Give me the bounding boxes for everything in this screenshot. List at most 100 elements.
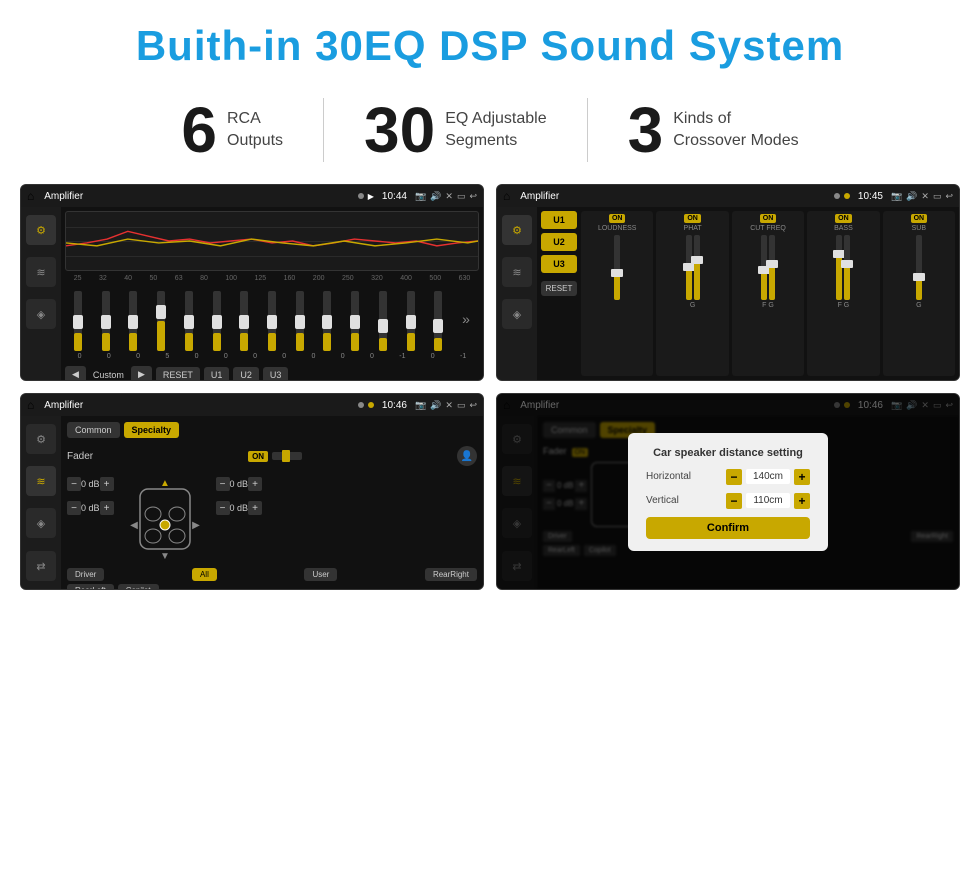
eq-slider-4[interactable] xyxy=(157,291,165,351)
ch-on-cutfreq[interactable]: ON xyxy=(760,214,777,223)
ch-label-loudness: LOUDNESS xyxy=(598,225,637,232)
ch-on-loudness[interactable]: ON xyxy=(609,214,626,223)
fader-rearright-row: − 0 dB + xyxy=(216,501,263,515)
fader-rearright-btn[interactable]: RearRight xyxy=(425,568,477,581)
eq-u3-btn[interactable]: U3 xyxy=(263,367,289,382)
eq-prev-btn[interactable]: ◀ xyxy=(65,366,86,381)
crossover-screen-title: Amplifier xyxy=(520,191,830,202)
eq-graph xyxy=(65,211,479,271)
fader-rearleft-row: − 0 dB + xyxy=(67,501,114,515)
home-icon-crossover[interactable]: ⌂ xyxy=(503,189,510,203)
ch-slider-phat-1[interactable] xyxy=(686,235,692,300)
u1-btn[interactable]: U1 xyxy=(541,211,577,229)
eq-side-btn-1[interactable]: ⚙ xyxy=(26,215,56,245)
eq-slider-7[interactable] xyxy=(240,291,248,351)
dialog-horizontal-plus[interactable]: + xyxy=(794,469,810,485)
ch-label-phat: PHAT xyxy=(684,225,702,232)
fader-driver-btn[interactable]: Driver xyxy=(67,568,104,581)
eq-slider-2[interactable] xyxy=(102,291,110,351)
fader-rearright-plus[interactable]: + xyxy=(248,501,262,515)
stat-crossover: 3 Kinds ofCrossover Modes xyxy=(588,98,839,162)
fd-side-btn-1[interactable]: ⚙ xyxy=(26,424,56,454)
stat-number-eq: 30 xyxy=(364,98,435,162)
screenshot-crossover: ⌂ Amplifier 10:45 📷 🔊 ✕ ▭ ↩ ⚙ ≋ ◈ xyxy=(496,184,960,381)
eq-slider-10[interactable] xyxy=(323,291,331,351)
fader-copilot-btn[interactable]: Copilot xyxy=(118,584,159,590)
fader-slider-h[interactable] xyxy=(272,452,302,460)
ch-slider-cutfreq-2[interactable] xyxy=(769,235,775,300)
vol-icon-fader: 🔊 xyxy=(430,400,441,411)
fader-rearright-minus[interactable]: − xyxy=(216,501,230,515)
u2-btn[interactable]: U2 xyxy=(541,233,577,251)
eq-slider-14[interactable] xyxy=(434,291,442,351)
ch-on-phat[interactable]: ON xyxy=(684,214,701,223)
fd-side-btn-2[interactable]: ≋ xyxy=(26,466,56,496)
eq-slider-5[interactable] xyxy=(185,291,193,351)
ch-label-cutfreq: CUT FREQ xyxy=(750,225,786,232)
ch-slider-bass-1[interactable] xyxy=(836,235,842,300)
eq-next-btn[interactable]: ▶ xyxy=(131,366,152,381)
fader-driver-minus[interactable]: − xyxy=(67,477,81,491)
ch-slider-phat-2[interactable] xyxy=(694,235,700,300)
vol-icon-eq: 🔊 xyxy=(430,191,441,202)
ch-on-sub[interactable]: ON xyxy=(911,214,928,223)
home-icon-fader[interactable]: ⌂ xyxy=(27,398,34,412)
fader-slider-handle[interactable] xyxy=(282,450,290,462)
home-icon-eq[interactable]: ⌂ xyxy=(27,189,34,203)
page-container: Buith-in 30EQ DSP Sound System 6 RCAOutp… xyxy=(0,0,980,881)
eq-u2-btn[interactable]: U2 xyxy=(233,367,259,382)
fader-copilot-minus[interactable]: − xyxy=(216,477,230,491)
eq-reset-btn[interactable]: RESET xyxy=(156,367,200,382)
tab-common[interactable]: Common xyxy=(67,422,120,438)
eq-slider-11[interactable] xyxy=(351,291,359,351)
fader-driver-row: − 0 dB + xyxy=(67,477,114,491)
settings-icon-fader[interactable]: 👤 xyxy=(457,446,477,466)
fader-label: Fader xyxy=(67,451,93,462)
x-icon-crossover: ✕ xyxy=(921,191,929,202)
fader-on-badge[interactable]: ON xyxy=(248,451,268,462)
eq-slider-3[interactable] xyxy=(129,291,137,351)
vol-icon-crossover: 🔊 xyxy=(906,191,917,202)
ch-slider-sub[interactable] xyxy=(916,235,922,300)
fd-side-btn-3[interactable]: ◈ xyxy=(26,508,56,538)
dialog-vertical-plus[interactable]: + xyxy=(794,493,810,509)
u3-btn[interactable]: U3 xyxy=(541,255,577,273)
ch-on-bass[interactable]: ON xyxy=(835,214,852,223)
fader-rearleft-plus[interactable]: + xyxy=(100,501,114,515)
eq-slider-8[interactable] xyxy=(268,291,276,351)
eq-side-btn-2[interactable]: ≋ xyxy=(26,257,56,287)
back-icon-crossover[interactable]: ↩ xyxy=(945,191,953,202)
ch-label-bass: BASS xyxy=(834,225,853,232)
fd-side-btn-4[interactable]: ⇄ xyxy=(26,551,56,581)
eq-u1-btn[interactable]: U1 xyxy=(204,367,230,382)
fader-user-btn[interactable]: User xyxy=(304,568,337,581)
eq-slider-13[interactable] xyxy=(407,291,415,351)
back-icon-fader[interactable]: ↩ xyxy=(469,400,477,411)
cv-side-btn-1[interactable]: ⚙ xyxy=(502,215,532,245)
cv-side-btn-3[interactable]: ◈ xyxy=(502,299,532,329)
dialog-vertical-minus[interactable]: − xyxy=(726,493,742,509)
eq-slider-6[interactable] xyxy=(213,291,221,351)
ch-slider-bass-2[interactable] xyxy=(844,235,850,300)
eq-slider-1[interactable] xyxy=(74,291,82,351)
back-icon-eq[interactable]: ↩ xyxy=(469,191,477,202)
fader-rearleft-btn[interactable]: RearLeft xyxy=(67,584,114,590)
fader-copilot-plus[interactable]: + xyxy=(248,477,262,491)
ch-slider-cutfreq-1[interactable] xyxy=(761,235,767,300)
tab-specialty[interactable]: Specialty xyxy=(124,422,180,438)
play-icon-eq[interactable]: ▶ xyxy=(368,192,374,201)
fader-all-btn[interactable]: All xyxy=(192,568,217,581)
fader-rearleft-minus[interactable]: − xyxy=(67,501,81,515)
crossover-reset-btn[interactable]: RESET xyxy=(541,281,577,296)
dialog-horizontal-minus[interactable]: − xyxy=(726,469,742,485)
eq-side-btn-3[interactable]: ◈ xyxy=(26,299,56,329)
fader-driver-plus[interactable]: + xyxy=(100,477,114,491)
eq-slider-9[interactable] xyxy=(296,291,304,351)
cv-side-btn-2[interactable]: ≋ xyxy=(502,257,532,287)
expand-icon-eq[interactable]: » xyxy=(462,311,470,327)
crossover-channels: ON LOUDNESS ON PHAT xyxy=(581,211,955,376)
eq-slider-12[interactable] xyxy=(379,291,387,351)
eq-side-controls: ⚙ ≋ ◈ xyxy=(21,207,61,380)
dialog-confirm-btn[interactable]: Confirm xyxy=(646,517,810,539)
ch-slider-loudness[interactable] xyxy=(614,235,620,300)
